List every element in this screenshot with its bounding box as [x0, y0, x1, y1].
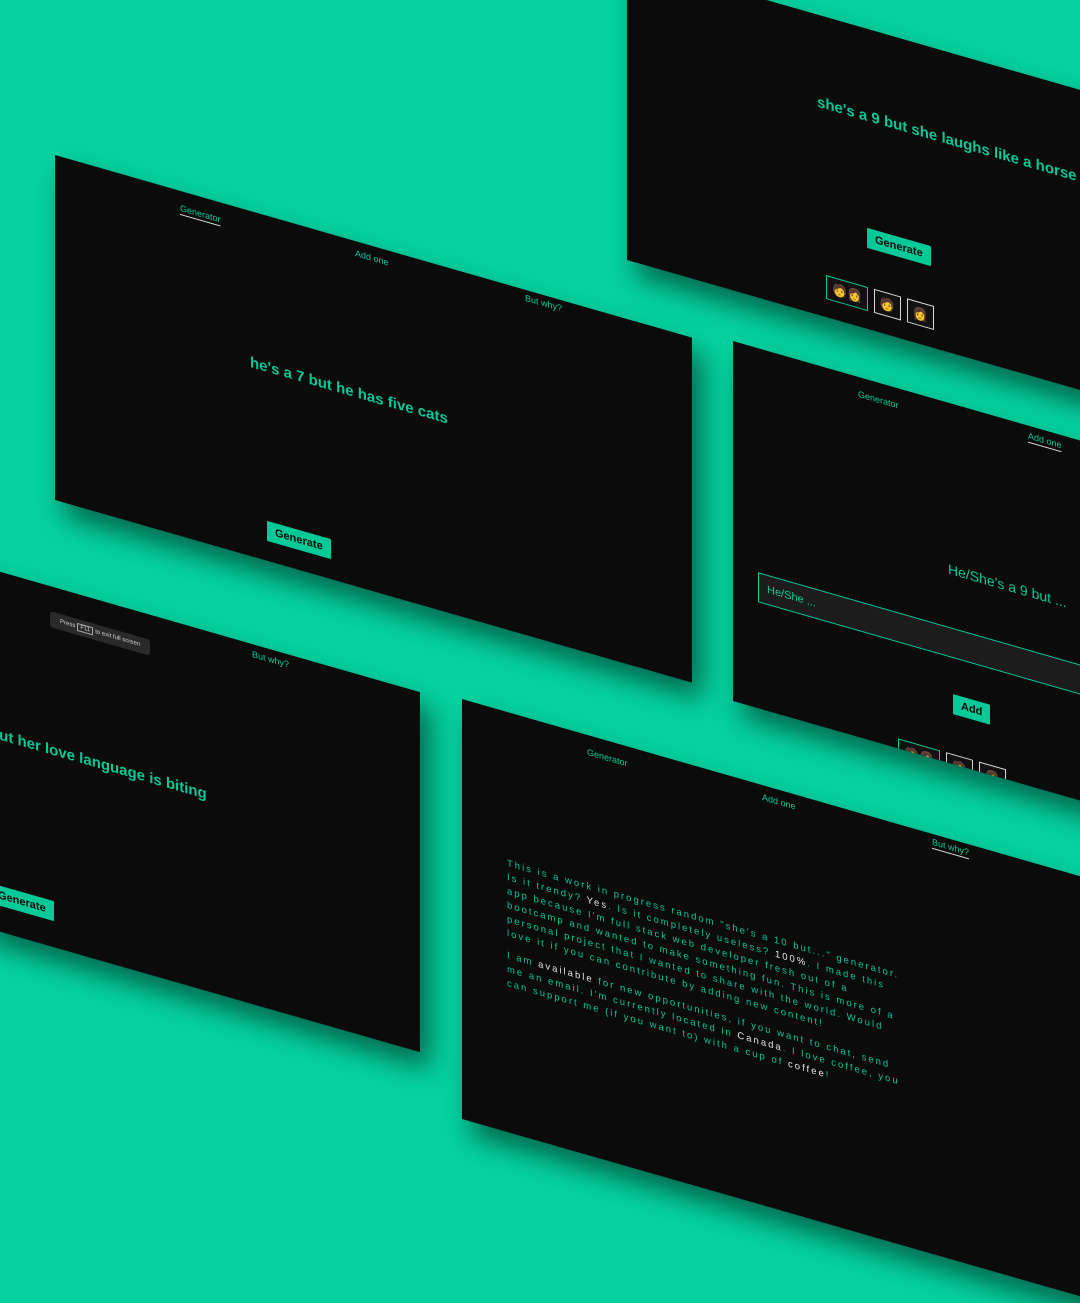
- gender-selector: 🧑👩 🧑 👩: [898, 738, 1006, 794]
- man-emoji-icon: 🧑: [1, 959, 16, 978]
- gender-selector: 🧑👩 🧑 👩: [225, 558, 333, 614]
- gender-selector: 🧑 👩: [0, 952, 55, 994]
- woman-toggle[interactable]: 👩: [305, 581, 333, 614]
- both-toggle[interactable]: 🧑👩: [225, 558, 267, 595]
- woman-toggle[interactable]: 👩: [978, 761, 1006, 794]
- nav-but-why[interactable]: But why?: [525, 293, 562, 314]
- panel-generator-horse: Add one she's a 9 but she laughs like a …: [627, 0, 1080, 412]
- man-emoji-icon: 🧑: [879, 295, 895, 314]
- nav-add-one[interactable]: Add one: [1028, 431, 1062, 451]
- nav-but-why[interactable]: But why?: [252, 649, 289, 670]
- generated-quote: she's a 9 but she laughs like a horse: [817, 93, 1077, 185]
- generate-button[interactable]: Generate: [0, 882, 54, 922]
- panel-but-why: Generator Add one But why? This is a wor…: [462, 699, 1080, 1303]
- woman-emoji-icon: 👩: [311, 588, 327, 607]
- woman-emoji-icon: 👩: [912, 304, 928, 324]
- man-toggle[interactable]: 🧑: [945, 752, 973, 784]
- man-emoji-icon: 🧑: [278, 579, 294, 598]
- form-label: He/She's a 9 but ...: [948, 560, 1067, 611]
- man-toggle[interactable]: 🧑: [272, 572, 300, 605]
- generated-quote: he's a 7 but he has five cats: [250, 353, 448, 428]
- f11-key: F11: [77, 622, 94, 636]
- both-emoji-icon: 🧑👩: [832, 281, 862, 305]
- woman-toggle[interactable]: 👩: [27, 961, 55, 994]
- gender-selector: 🧑👩 🧑 👩: [826, 275, 934, 330]
- fullscreen-toast: Press F11 to exit full screen: [50, 611, 151, 656]
- both-emoji-icon: 🧑👩: [231, 565, 261, 589]
- woman-emoji-icon: 👩: [33, 968, 49, 987]
- nav-add-one[interactable]: Add one: [355, 248, 389, 268]
- woman-emoji-icon: 👩: [984, 768, 1000, 787]
- both-toggle[interactable]: 🧑👩: [898, 738, 940, 775]
- both-emoji-icon: 🧑👩: [904, 745, 934, 768]
- about-text: This is a work in progress random "she's…: [507, 857, 907, 1114]
- man-toggle[interactable]: 🧑: [873, 288, 901, 321]
- toast-rest: to exit full screen: [95, 629, 141, 648]
- panel-generator-biting: Press F11 to exit full screen But why? out…: [0, 566, 420, 1053]
- nav-generator[interactable]: Generator: [858, 389, 899, 411]
- generate-button[interactable]: Generate: [267, 520, 331, 560]
- woman-toggle[interactable]: 👩: [906, 298, 934, 330]
- nav-but-why[interactable]: But why?: [932, 837, 969, 858]
- generate-button[interactable]: Generate: [867, 227, 931, 267]
- panel-generator-cats: Generator Add one But why? he's a 7 but …: [55, 155, 692, 683]
- add-button[interactable]: Add: [953, 694, 991, 725]
- nav-generator[interactable]: Generator: [587, 747, 628, 769]
- generated-quote: out her love language is biting: [0, 723, 207, 804]
- man-emoji-icon: 🧑: [951, 758, 967, 778]
- nav-generator[interactable]: Generator: [180, 203, 221, 225]
- nav-add-one[interactable]: Add one: [947, 0, 981, 16]
- panel-add-one: Generator Add one He/She's a 9 but ... H…: [733, 341, 1080, 831]
- man-toggle[interactable]: 🧑: [0, 952, 22, 985]
- toast-press: Press: [60, 618, 76, 630]
- both-toggle[interactable]: 🧑👩: [826, 275, 868, 312]
- nav-add-one[interactable]: Add one: [762, 792, 796, 812]
